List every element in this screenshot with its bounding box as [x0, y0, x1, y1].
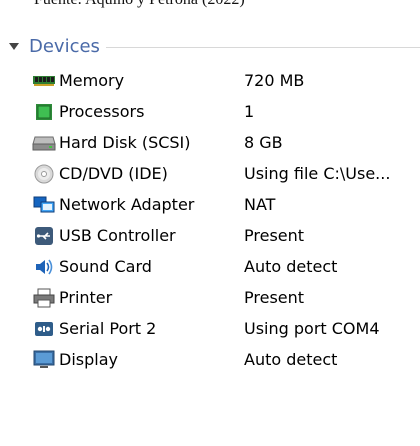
device-row-network-adapter[interactable]: Network Adapter NAT — [32, 189, 420, 220]
device-value: Present — [244, 226, 305, 245]
printer-icon — [32, 288, 56, 308]
device-name: Printer — [59, 288, 113, 307]
device-row-cd-dvd[interactable]: CD/DVD (IDE) Using file C:\Use... — [32, 158, 420, 189]
device-row-display[interactable]: Display Auto detect — [32, 344, 420, 375]
processor-icon — [32, 102, 56, 122]
device-value: Auto detect — [244, 350, 338, 369]
hard-disk-icon — [32, 133, 56, 153]
device-row-printer[interactable]: Printer Present — [32, 282, 420, 313]
device-name: Memory — [59, 71, 125, 90]
device-name: Network Adapter — [59, 195, 195, 214]
section-title: Devices — [29, 35, 100, 57]
device-name: Sound Card — [59, 257, 152, 276]
cd-dvd-icon — [32, 164, 56, 184]
device-value: 8 GB — [244, 133, 283, 152]
device-value: Auto detect — [244, 257, 338, 276]
device-value: Using file C:\Use... — [244, 164, 391, 183]
figure-caption: Fuente: Aquino y Petrona (2022) — [34, 0, 245, 9]
network-adapter-icon — [32, 195, 56, 215]
device-row-serial-port-2[interactable]: Serial Port 2 Using port COM4 — [32, 313, 420, 344]
device-value: Present — [244, 288, 305, 307]
device-name: Processors — [59, 102, 145, 121]
device-row-hard-disk[interactable]: Hard Disk (SCSI) 8 GB — [32, 127, 420, 158]
device-row-usb-controller[interactable]: USB Controller Present — [32, 220, 420, 251]
device-value: Using port COM4 — [244, 319, 380, 338]
device-name: CD/DVD (IDE) — [59, 164, 168, 183]
serial-port-icon — [32, 319, 56, 339]
device-name: USB Controller — [59, 226, 176, 245]
device-name: Display — [59, 350, 118, 369]
device-value: 720 MB — [244, 71, 305, 90]
device-value: 1 — [244, 102, 255, 121]
display-icon — [32, 350, 56, 370]
collapse-caret-icon[interactable] — [9, 43, 19, 50]
section-divider — [105, 46, 420, 48]
device-value: NAT — [244, 195, 276, 214]
device-row-sound-card[interactable]: Sound Card Auto detect — [32, 251, 420, 282]
device-row-processors[interactable]: Processors 1 — [32, 96, 420, 127]
device-name: Hard Disk (SCSI) — [59, 133, 191, 152]
usb-icon — [32, 226, 56, 246]
device-name: Serial Port 2 — [59, 319, 157, 338]
device-row-memory[interactable]: Memory 720 MB — [32, 65, 420, 96]
devices-section-header[interactable]: Devices — [9, 33, 420, 59]
memory-icon — [32, 71, 56, 91]
sound-card-icon — [32, 257, 56, 277]
